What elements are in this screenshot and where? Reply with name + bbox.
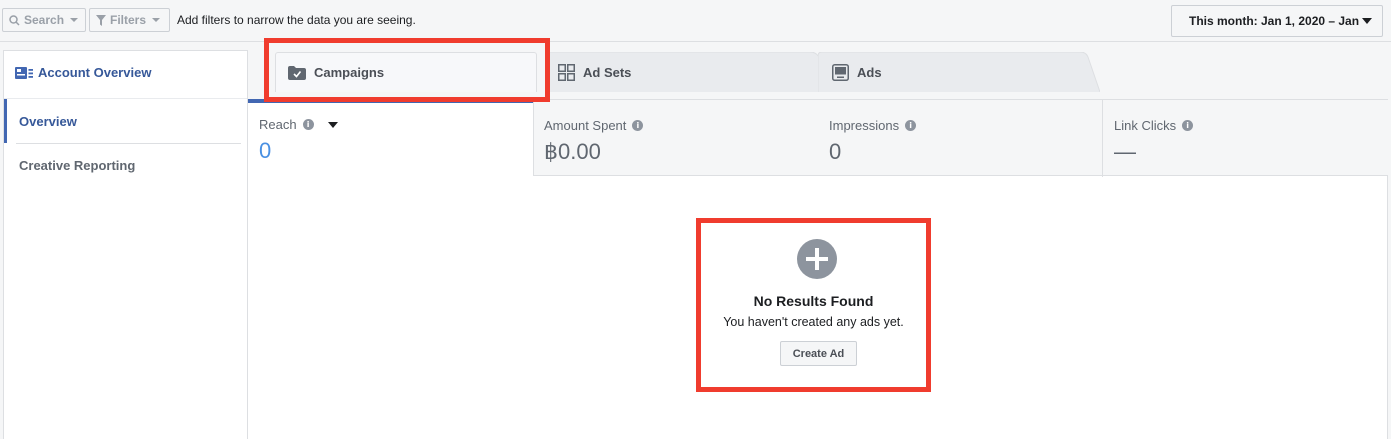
info-icon[interactable]: i — [302, 119, 314, 130]
info-icon[interactable]: i — [1182, 120, 1194, 131]
search-button[interactable]: Search — [2, 8, 86, 32]
divider — [1102, 100, 1103, 177]
sidebar-item-creative-reporting[interactable]: Creative Reporting — [4, 144, 247, 186]
chevron-down-icon[interactable] — [327, 121, 338, 128]
metric-value: ฿0.00 — [544, 139, 601, 164]
metric-label: Amount Spent i — [544, 118, 644, 133]
sidebar-item-overview[interactable]: Overview — [4, 99, 247, 143]
tab-label: Ads — [857, 64, 882, 80]
sidebar-item-label: Creative Reporting — [19, 157, 136, 173]
ad-icon — [832, 63, 849, 81]
chevron-down-icon — [70, 18, 79, 22]
chevron-down-icon — [152, 18, 161, 22]
account-overview-label: Account Overview — [38, 65, 152, 80]
tab-label: Campaigns — [314, 65, 385, 80]
metric-label: Impressions i — [829, 118, 917, 133]
date-range-picker[interactable]: This month: Jan 1, 2020 – Jan — [1171, 5, 1383, 37]
info-icon[interactable]: i — [632, 120, 644, 131]
tab-ads[interactable]: Ads — [832, 52, 1052, 92]
account-overview-icon — [15, 66, 33, 79]
sidebar-item-label: Overview — [19, 113, 77, 129]
create-ad-button[interactable]: Create Ad — [780, 341, 857, 366]
metric-label-text: Impressions — [829, 118, 900, 133]
search-icon — [9, 14, 20, 26]
metric-label-text: Link Clicks — [1114, 118, 1177, 133]
grid-icon — [558, 63, 575, 81]
empty-state-title: No Results Found — [753, 293, 874, 309]
metric-label-text: Amount Spent — [544, 118, 627, 133]
tab-label: Ad Sets — [583, 64, 632, 80]
metric-value: 0 — [829, 139, 842, 164]
metric-value: 0 — [259, 138, 272, 163]
filter-hint: Add filters to narrow the data you are s… — [177, 13, 416, 27]
add-icon — [797, 239, 837, 279]
empty-state: No Results Found You haven't created any… — [696, 218, 931, 392]
metric-label: Link Clicks i — [1114, 118, 1194, 133]
empty-state-subtitle: You haven't created any ads yet. — [723, 315, 904, 329]
filter-bar: Search Filters Add filters to narrow the… — [0, 0, 1391, 42]
sidebar: Account Overview Overview Creative Repor… — [3, 50, 248, 439]
folder-check-icon — [288, 65, 306, 80]
active-metric-indicator — [248, 99, 533, 103]
tab-ad-sets[interactable]: Ad Sets — [558, 52, 798, 92]
search-button-label: Search — [24, 13, 65, 27]
metric-value: — — [1114, 139, 1136, 164]
metric-label-text: Reach — [259, 117, 297, 132]
date-range-label: This month: Jan 1, 2020 – Jan — [1189, 14, 1360, 28]
account-overview-header[interactable]: Account Overview — [15, 65, 151, 80]
filters-button[interactable]: Filters — [89, 8, 170, 32]
filter-icon — [96, 14, 106, 26]
tab-campaigns[interactable]: Campaigns — [275, 52, 537, 92]
chevron-down-icon — [1362, 18, 1372, 24]
filters-button-label: Filters — [110, 13, 147, 27]
metrics-strip: Amount Spent i ฿0.00 Impressions i 0 Lin… — [533, 99, 1388, 177]
info-icon[interactable]: i — [905, 120, 917, 131]
metric-label: Reach i — [259, 117, 338, 132]
